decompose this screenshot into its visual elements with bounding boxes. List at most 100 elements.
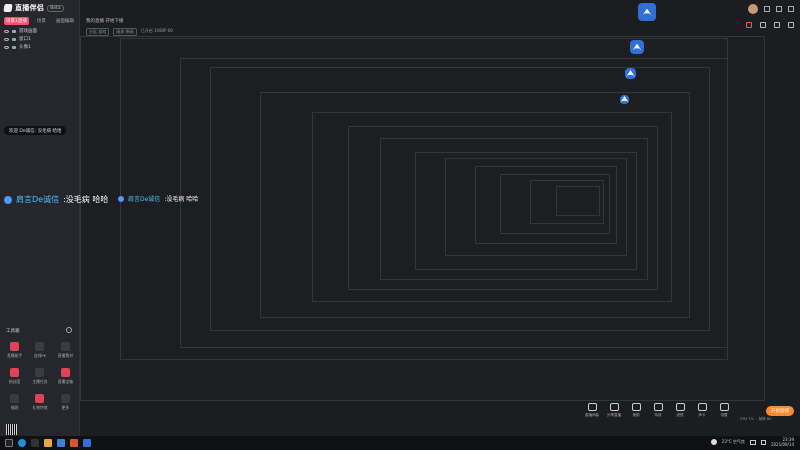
- tool-label: 直播宝箱: [57, 379, 73, 384]
- user-badge-icon: [4, 195, 12, 204]
- action-button[interactable]: 设置: [717, 403, 731, 418]
- tool-item[interactable]: 直播宝箱: [53, 368, 78, 385]
- store-icon[interactable]: [57, 439, 65, 447]
- floating-app-icon[interactable]: [630, 40, 644, 54]
- room-title: 我的直播 开始下播: [86, 18, 123, 24]
- pk-icon: [35, 342, 45, 351]
- danmaku-message: 肩言De诚信 :没毛病 哈哈: [4, 194, 108, 205]
- tool-label: 福袋: [10, 405, 19, 410]
- danmaku-nickname: 肩言De诚信: [16, 195, 60, 204]
- tool-item[interactable]: 更多: [53, 394, 78, 411]
- danmaku-nickname: 肩言De诚信: [128, 196, 161, 203]
- app-logo-icon: [3, 4, 13, 12]
- fps-status: 帧率 60: [758, 417, 772, 421]
- task-view-icon[interactable]: [31, 439, 39, 447]
- action-label: 设置: [720, 413, 728, 417]
- filter-icon: [675, 403, 685, 411]
- tool-item[interactable]: 直播素材: [53, 342, 78, 359]
- toolbox-grid: 直播助手 连线PK 直播素材 粉丝团 主播任务 直播宝箱 福袋 礼物特效 更多: [2, 342, 78, 411]
- layout-icon[interactable]: [774, 22, 780, 28]
- weather-text[interactable]: 23°C 空气良: [722, 439, 745, 445]
- eye-icon[interactable]: [4, 29, 9, 33]
- start-menu-icon[interactable]: [5, 439, 13, 447]
- eye-icon[interactable]: [4, 45, 9, 49]
- volume-icon[interactable]: [760, 439, 766, 445]
- live-companion-icon[interactable]: [83, 439, 91, 447]
- tool-label: 直播助手: [7, 353, 23, 358]
- network-icon[interactable]: [749, 439, 756, 445]
- floating-app-icon[interactable]: [638, 3, 656, 21]
- app-icon[interactable]: [70, 439, 78, 447]
- scene-item[interactable]: 头像1: [4, 43, 37, 51]
- tab-scene-live[interactable]: 场景1直播: [4, 17, 29, 25]
- weather-icon[interactable]: [710, 439, 717, 445]
- qr-code-icon[interactable]: [6, 424, 17, 435]
- live-preview[interactable]: [80, 36, 765, 401]
- status-bar: CPU 7% 帧率 60: [740, 417, 771, 422]
- assistant-icon: [10, 342, 20, 351]
- os-taskbar: 23°C 空气良 23:39 2021/09/14: [0, 436, 800, 450]
- room-status[interactable]: 开始下播: [105, 19, 123, 24]
- minimize-icon[interactable]: [764, 6, 770, 12]
- room-tag[interactable]: 分区:游戏: [86, 28, 110, 36]
- scene-item[interactable]: 游戏画面: [4, 27, 37, 35]
- maximize-icon[interactable]: [776, 6, 782, 12]
- welcome-chip: 欢迎 De诚信: 没毛病 哈哈: [4, 126, 66, 135]
- action-button[interactable]: 美颜: [629, 403, 643, 418]
- nested-frame: [556, 186, 600, 216]
- action-button[interactable]: 直播间装: [585, 403, 599, 418]
- action-button[interactable]: 滤镜: [673, 403, 687, 418]
- fans-icon: [10, 368, 20, 377]
- tab-edit[interactable]: 画面编辑: [54, 17, 76, 25]
- scene-item-label: 头像1: [19, 45, 31, 50]
- clock-date: 2021/09/14: [770, 442, 794, 447]
- avatar[interactable]: [748, 4, 758, 14]
- scene-list: 游戏画面 窗口1 头像1: [4, 27, 37, 51]
- gift-icon: [10, 394, 20, 403]
- scene-item-label: 窗口1: [19, 37, 31, 42]
- preview-tools: [746, 22, 794, 28]
- tab-scene[interactable]: 场景: [35, 17, 48, 25]
- close-icon[interactable]: [788, 6, 794, 12]
- scene-item[interactable]: 窗口1: [4, 35, 37, 43]
- start-live-button[interactable]: 开始直播: [766, 406, 794, 416]
- record-icon[interactable]: [746, 22, 752, 28]
- danmaku-text: :没毛病 哈哈: [164, 196, 199, 203]
- tool-item[interactable]: 粉丝团: [2, 368, 27, 385]
- app-version-badge[interactable]: Beta: [47, 4, 64, 12]
- fullscreen-icon[interactable]: [788, 22, 794, 28]
- audio-icon: [697, 403, 707, 411]
- browser-icon[interactable]: [18, 439, 26, 447]
- folder-icon[interactable]: [44, 439, 52, 447]
- tool-item[interactable]: 礼物特效: [27, 394, 52, 411]
- eye-icon[interactable]: [4, 37, 9, 41]
- room-tag[interactable]: 画质:原画: [113, 28, 137, 36]
- beauty-icon: [631, 403, 641, 411]
- floating-app-icon[interactable]: [625, 68, 636, 79]
- room-tags: 分区:游戏 画质:原画 已开启 1080P 60: [86, 28, 173, 36]
- tool-item[interactable]: 连线PK: [27, 342, 52, 359]
- screenshot-icon[interactable]: [760, 22, 766, 28]
- floating-app-icon[interactable]: [620, 95, 629, 104]
- action-button[interactable]: 特效: [651, 403, 665, 418]
- tool-item[interactable]: 直播助手: [2, 342, 27, 359]
- box-icon: [60, 368, 70, 377]
- tool-label: 主播任务: [32, 379, 48, 384]
- action-button[interactable]: 声卡: [695, 403, 709, 418]
- source-icon: [12, 45, 16, 49]
- window-controls: [748, 4, 794, 14]
- clock[interactable]: 23:39 2021/09/14: [771, 437, 794, 447]
- toolbox-title: 工具箱: [6, 329, 20, 334]
- action-label: 特效: [654, 413, 662, 417]
- action-label: 声卡: [698, 413, 706, 417]
- scene-tabs: 场景1直播 场景 画面编辑: [4, 17, 76, 25]
- action-button[interactable]: 分享直播: [607, 403, 621, 418]
- app-brand: 直播伴侣 Beta: [3, 3, 64, 13]
- toolbox-settings-icon[interactable]: [66, 327, 72, 333]
- system-tray: 23°C 空气良 23:39 2021/09/14: [710, 437, 794, 447]
- tool-item[interactable]: 福袋: [2, 394, 27, 411]
- scene-item-label: 游戏画面: [19, 29, 37, 34]
- tool-item[interactable]: 主播任务: [27, 368, 52, 385]
- action-label: 直播间装: [585, 413, 599, 417]
- action-label: 分享直播: [607, 413, 621, 417]
